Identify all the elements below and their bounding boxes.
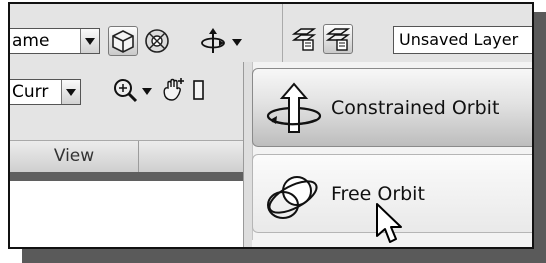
visual-style-combo[interactable]: ame	[10, 28, 100, 54]
layer-properties-icon	[291, 28, 317, 51]
drawing-area-border	[10, 172, 282, 181]
mouse-pointer-icon	[376, 203, 402, 243]
drawing-area[interactable]	[10, 181, 282, 247]
navigation-wheel-icon	[145, 29, 169, 53]
layers-ribbon-panel: Unsaved Layer	[282, 4, 532, 62]
partial-tool-icon	[193, 80, 204, 100]
pan-button[interactable]	[158, 75, 188, 105]
drop-shadow	[22, 248, 546, 263]
layer-state-icon	[325, 28, 351, 51]
view-panel-label: View	[53, 146, 95, 166]
cube-icon	[112, 30, 134, 53]
partial-tool-button[interactable]	[188, 75, 208, 105]
drop-shadow	[533, 12, 546, 262]
screenshot-page: ame Curr View Unsaved Layer Constrained …	[0, 0, 546, 263]
continuous-orbit-icon	[266, 244, 326, 249]
orbit-dropdown-menu: Constrained Orbit Free Orbit	[243, 62, 532, 249]
layer-properties-button[interactable]	[289, 24, 319, 54]
zoom-icon	[114, 79, 138, 103]
constrained-orbit-icon	[259, 73, 329, 143]
zoom-button[interactable]	[110, 75, 140, 105]
view-cube-button[interactable]	[108, 26, 138, 56]
navigation-bar-button[interactable]	[142, 26, 172, 56]
zoom-dropdown-arrow[interactable]	[140, 83, 154, 99]
ribbon-panel-title-bar: View	[10, 140, 282, 173]
application-window: ame Curr View Unsaved Layer Constrained …	[8, 2, 534, 249]
view-ribbon-panel: ame Curr View	[10, 4, 282, 247]
panel-divider	[138, 141, 139, 173]
combo-dropdown-arrow[interactable]	[80, 29, 99, 53]
orbit-icon	[201, 28, 225, 53]
combo-dropdown-arrow[interactable]	[61, 80, 80, 104]
visual-style-combo-value: ame	[12, 31, 50, 51]
layer-state-field[interactable]: Unsaved Layer	[393, 26, 532, 54]
orbit-split-button[interactable]	[198, 26, 228, 56]
orbit-dropdown-arrow[interactable]	[230, 34, 244, 50]
menu-item-label: Constrained Orbit	[331, 96, 500, 119]
menu-item-constrained-orbit[interactable]: Constrained Orbit	[252, 68, 532, 147]
pan-hand-icon	[163, 78, 184, 101]
ucs-combo[interactable]: Curr	[10, 79, 81, 105]
layer-state-button[interactable]	[323, 24, 353, 54]
ucs-combo-value: Curr	[12, 82, 49, 102]
free-orbit-icon	[259, 159, 329, 229]
